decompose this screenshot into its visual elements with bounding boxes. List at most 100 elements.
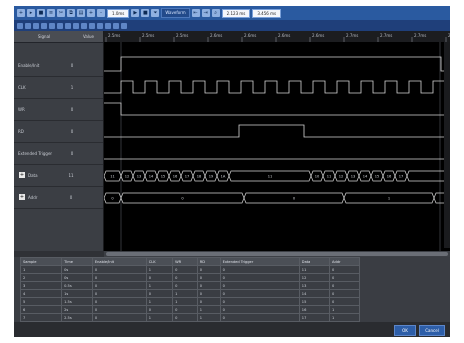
table-cell: 1 [196, 305, 221, 314]
table-cell: 0s [61, 265, 93, 274]
data-table: Sample Time Enable/Init CLK WR RD Extend… [14, 257, 450, 330]
search-icon[interactable]: ⌕ [211, 9, 220, 17]
table-cell: 12 [298, 273, 331, 282]
table-row[interactable]: 2 0s 0 0 0 0 0 12 0 [19, 273, 360, 282]
trigger-icon[interactable]: ⏷ [151, 9, 160, 17]
cancel-button[interactable]: Cancel [419, 325, 445, 336]
column-header[interactable]: Data [298, 257, 331, 266]
cursor-icon[interactable]: ⇤ [191, 9, 200, 17]
tool-icon[interactable] [105, 22, 111, 29]
zoom-out-icon[interactable]: - [97, 9, 105, 17]
tool-icon[interactable] [89, 22, 95, 29]
bus-label: 13 [351, 174, 356, 178]
view-button[interactable]: Waveform [161, 8, 190, 18]
zoom-in-icon[interactable]: + [87, 9, 95, 17]
table-cell: 0 [219, 297, 300, 306]
tool-icon[interactable] [81, 22, 87, 29]
table-row[interactable]: 4 1s 0 0 1 0 0 14 0 [19, 289, 360, 298]
cursor-b-field[interactable]: 3.456 ms [252, 8, 282, 18]
column-header[interactable]: RD [196, 257, 221, 266]
save-icon[interactable]: ■ [37, 9, 45, 17]
tool-icon[interactable] [73, 22, 79, 29]
ok-button[interactable]: OK [394, 325, 416, 336]
tool-icon[interactable] [113, 22, 119, 29]
table-cell: 0 [329, 273, 360, 282]
table-row[interactable]: 5 1.5s 0 1 1 0 0 15 0 [19, 297, 360, 306]
signal-row[interactable]: Enable/Init 0 [14, 54, 103, 77]
tool-icon[interactable] [121, 22, 127, 29]
signal-row[interactable]: RD 0 [14, 120, 103, 143]
ruler-label: 2.7ms [380, 33, 392, 38]
bus-label: 0 [181, 196, 184, 200]
vertical-scrollbar[interactable] [444, 42, 450, 248]
ruler-label: 2.5ms [142, 33, 154, 38]
table-cell: 0 [172, 313, 198, 322]
cut-icon[interactable]: ✂ [57, 9, 65, 17]
table-cell: 14 [298, 289, 331, 298]
stop-icon[interactable]: ■ [141, 9, 150, 17]
table-cell: 16 [298, 305, 331, 314]
expand-icon[interactable]: + [19, 172, 25, 178]
signal-value: 11 [68, 172, 74, 178]
table-cell: 0 [172, 273, 198, 282]
tool-icon[interactable] [57, 22, 63, 29]
column-header[interactable]: Time [61, 257, 93, 266]
signal-row[interactable]: + Data 11 [14, 164, 103, 187]
ruler-label: 2.6ms [244, 33, 256, 38]
ruler-label: 2.5ms [176, 33, 188, 38]
table-row[interactable]: 7 2.5s 0 1 0 1 0 17 1 [19, 313, 360, 322]
ruler-label: 2.6ms [278, 33, 290, 38]
table-cell: 7 [19, 313, 63, 322]
table-cell: 0 [219, 305, 300, 314]
cursor-a-field[interactable]: 2.123 ms [221, 8, 251, 18]
print-icon[interactable]: ≡ [47, 9, 55, 17]
zoom-field[interactable]: 1.0ms [107, 8, 130, 18]
signal-name: RD [18, 128, 24, 134]
tool-icon[interactable] [41, 22, 47, 29]
expand-icon[interactable]: + [19, 194, 25, 200]
bus-label: 17 [399, 174, 404, 178]
column-header[interactable]: CLK [145, 257, 174, 266]
tool-icon[interactable] [33, 22, 39, 29]
tool-icon[interactable] [17, 22, 23, 29]
tool-icon[interactable] [97, 22, 103, 29]
ruler-label: 2.7ms [414, 33, 426, 38]
signal-row[interactable]: WR 0 [14, 98, 103, 121]
waveform-view[interactable]: 2.5ms 2.5ms 2.5ms 2.6ms 2.6ms 2.6ms 2.6ms 2.7ms… [103, 31, 450, 251]
column-header[interactable]: Enable/Init [91, 257, 147, 266]
open-icon[interactable]: ▸ [27, 9, 35, 17]
tool-icon[interactable] [49, 22, 55, 29]
column-header[interactable]: WR [172, 257, 198, 266]
signal-row[interactable]: CLK 1 [14, 76, 103, 99]
bus-label: 11 [110, 174, 115, 178]
bus-label: 12 [339, 174, 344, 178]
paste-icon[interactable]: ▤ [77, 9, 85, 17]
copy-icon[interactable]: ⧉ [67, 9, 75, 17]
marker-icon[interactable]: ⇥ [201, 9, 210, 17]
table-cell: 0 [329, 281, 360, 290]
ruler-label: 2.8ms [448, 33, 450, 38]
column-header[interactable]: Extended Trigger [219, 257, 300, 266]
signal-row[interactable]: Extended Trigger 0 [14, 142, 103, 165]
table-cell: 0 [91, 281, 147, 290]
column-header[interactable]: Sample [19, 257, 63, 266]
new-icon[interactable]: + [17, 9, 25, 17]
table-row[interactable]: 6 2s 0 0 0 1 0 16 1 [19, 305, 360, 314]
table-cell: 0 [91, 265, 147, 274]
horizontal-scrollbar-thumb[interactable] [106, 252, 448, 256]
table-cell: 0 [172, 265, 198, 274]
table-cell: 15 [298, 297, 331, 306]
table-cell: 1 [19, 265, 63, 274]
table-cell: 2 [19, 273, 63, 282]
tool-icon[interactable] [65, 22, 71, 29]
signal-row[interactable]: + Addr 0 [14, 186, 103, 209]
table-cell: 0 [329, 289, 360, 298]
column-header[interactable]: Addr [329, 257, 360, 266]
tool-icon[interactable] [25, 22, 31, 29]
table-row[interactable]: 1 0s 0 1 0 0 0 11 0 [19, 265, 360, 274]
secondary-toolbar [14, 20, 450, 31]
run-icon[interactable]: ▶ [131, 9, 140, 17]
waveform-canvas[interactable]: 2.5ms 2.5ms 2.5ms 2.6ms 2.6ms 2.6ms 2.6ms 2.7ms… [103, 31, 450, 251]
bus-label: 17 [185, 174, 190, 178]
table-row[interactable]: 3 0.5s 0 1 0 0 0 13 0 [19, 281, 360, 290]
